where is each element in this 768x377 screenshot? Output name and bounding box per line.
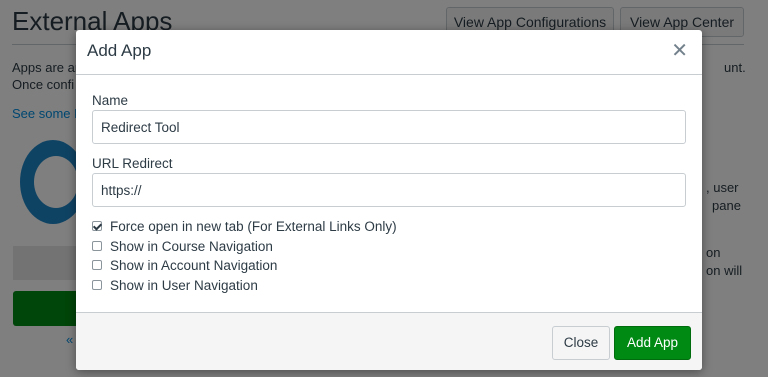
checkbox-icon[interactable]: [92, 241, 102, 251]
show-user-navigation-option[interactable]: Show in User Navigation: [92, 276, 258, 294]
close-icon[interactable]: ✕: [671, 41, 688, 61]
checkbox-icon[interactable]: [92, 221, 102, 231]
add-app-dialog: Add App ✕ Name URL Redirect Force open i…: [76, 30, 702, 370]
checkbox-icon[interactable]: [92, 260, 102, 270]
dialog-footer: Close Add App: [76, 312, 702, 370]
add-app-button[interactable]: Add App: [614, 326, 691, 360]
force-new-tab-label: Force open in new tab (For External Link…: [110, 218, 397, 234]
url-redirect-label: URL Redirect: [92, 156, 173, 171]
show-course-navigation-label: Show in Course Navigation: [110, 238, 273, 254]
dialog-title: Add App: [87, 41, 152, 60]
show-course-navigation-option[interactable]: Show in Course Navigation: [92, 237, 273, 255]
show-account-navigation-label: Show in Account Navigation: [110, 257, 278, 273]
checkbox-icon[interactable]: [92, 280, 102, 290]
close-button[interactable]: Close: [552, 326, 610, 360]
force-new-tab-option[interactable]: Force open in new tab (For External Link…: [92, 217, 397, 235]
name-input[interactable]: [92, 110, 686, 144]
show-user-navigation-label: Show in User Navigation: [110, 277, 258, 293]
name-label: Name: [92, 93, 129, 108]
url-redirect-input[interactable]: [92, 173, 686, 207]
show-account-navigation-option[interactable]: Show in Account Navigation: [92, 256, 277, 274]
dialog-header: Add App ✕: [76, 30, 702, 75]
